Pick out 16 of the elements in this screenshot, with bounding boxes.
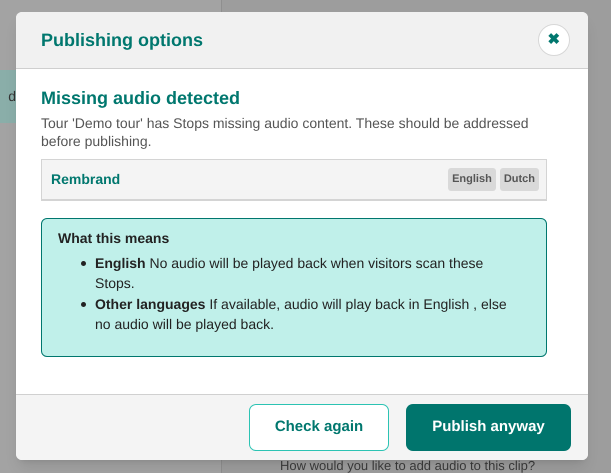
section-heading: Missing audio detected [41,87,242,109]
message-text: Tour 'Demo tour' has Stops missing audio content. These should be addressed before publishing. [41,114,530,150]
side-tab[interactable]: d [0,70,16,123]
info-text: English No audio will be played back when visitors scan these Stops. [95,254,484,293]
publish-button[interactable]: Publish anyway [406,404,571,451]
language-tag: Dutch [500,168,539,191]
language-tag: English [448,168,496,191]
dialog-title: Publishing options [41,28,203,52]
check-again-button[interactable]: Check again [249,404,389,451]
prompt-text: How would you like to add audio to this clip? [280,459,536,473]
stop-name[interactable]: Rembrand [51,169,120,190]
close-button[interactable]: ✖ [538,24,570,56]
info-text: Other languages If available, audio will play back in English , else no audio will be played back. [95,295,508,334]
bullet-icon [81,302,86,307]
info-title: What this means [58,229,170,247]
bullet-icon [81,261,86,266]
